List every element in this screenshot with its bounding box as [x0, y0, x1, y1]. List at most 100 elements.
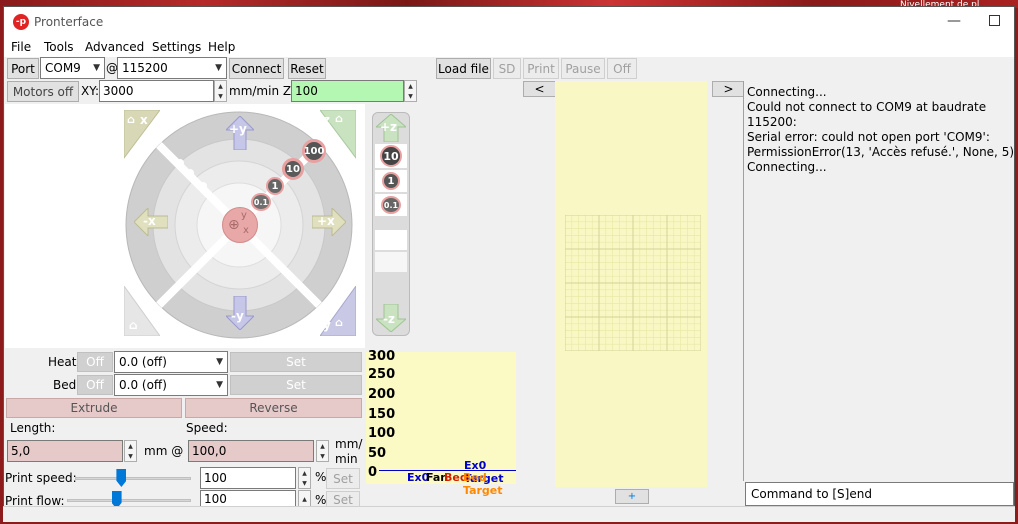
app-logo-icon: -p: [13, 14, 29, 30]
length-spinner[interactable]: ▲ ▼: [124, 440, 137, 462]
speed-input[interactable]: 100,0: [188, 440, 314, 462]
prev-layer-button[interactable]: <: [523, 81, 556, 97]
print-button[interactable]: Print: [523, 58, 559, 79]
spin-down-icon: ▼: [218, 92, 223, 100]
reverse-button[interactable]: Reverse: [185, 398, 362, 418]
speed-label: Speed:: [186, 421, 228, 435]
z-feedrate-spinner[interactable]: ▲ ▼: [404, 80, 417, 102]
title-bar: -p Pronterface —: [4, 7, 1014, 37]
z-step-01-button[interactable]: 0.1: [381, 196, 401, 214]
heat-temp-value: 0.0 (off): [119, 355, 167, 369]
z-step-10-button[interactable]: 10: [380, 145, 402, 167]
spin-down-icon: ▼: [408, 92, 413, 100]
xy-feedrate-input[interactable]: 3000: [99, 80, 214, 102]
maximize-icon[interactable]: [989, 15, 1000, 26]
load-file-button[interactable]: Load file: [436, 58, 491, 79]
reset-button[interactable]: Reset: [288, 58, 326, 79]
minus-y-label: -y: [231, 309, 244, 323]
console-log: Connecting... Could not connect to COM9 …: [743, 81, 1014, 481]
port-button[interactable]: Port: [7, 58, 39, 79]
port-select[interactable]: COM9 ▼: [40, 57, 105, 79]
speed-unit-line1: mm/: [335, 437, 363, 451]
menu-bar: File Tools Advanced Settings Help: [4, 37, 1014, 57]
z-step-1-button[interactable]: 1: [382, 172, 400, 190]
minimize-icon[interactable]: —: [944, 11, 964, 31]
spin-up-icon: ▲: [302, 469, 307, 477]
window-title: Pronterface: [34, 15, 104, 29]
menu-advanced[interactable]: Advanced: [85, 40, 144, 54]
minus-z-label: -z: [383, 312, 395, 326]
baud-select-value: 115200: [122, 61, 168, 75]
length-unit: mm @: [144, 444, 184, 458]
graph-tick-200: 200: [368, 387, 396, 402]
step-01-button[interactable]: 0.1: [251, 193, 271, 211]
menu-tools[interactable]: Tools: [44, 40, 74, 54]
pause-button[interactable]: Pause: [561, 58, 605, 79]
baud-select[interactable]: 115200 ▼: [117, 57, 227, 79]
xy-feedrate-spinner[interactable]: ▲ ▼: [214, 80, 227, 102]
length-input[interactable]: 5,0: [7, 440, 123, 462]
home-icon: ⌂: [129, 318, 138, 332]
chevron-down-icon: ▼: [216, 380, 223, 390]
home-icon: ⌂: [127, 113, 135, 126]
print-speed-label: Print speed:: [5, 471, 77, 485]
plus-z-label: +z: [380, 120, 398, 134]
z-step-down-slot[interactable]: [375, 230, 407, 250]
print-speed-spinner[interactable]: ▲ ▼: [298, 467, 311, 489]
speed-unit-line2: min: [335, 452, 358, 466]
graph-tick-50: 50: [368, 446, 387, 461]
spin-up-icon: ▲: [218, 82, 223, 90]
speed-spinner[interactable]: ▲ ▼: [316, 440, 329, 462]
bed-set-button[interactable]: Set: [230, 375, 362, 395]
log-line: Serial error: could not open port 'COM9'…: [747, 130, 990, 144]
off-button[interactable]: Off: [607, 58, 637, 79]
heat-off-button[interactable]: Off: [77, 352, 113, 372]
log-line: Connecting...: [747, 85, 827, 99]
heat-set-button[interactable]: Set: [230, 352, 362, 372]
command-input[interactable]: Command to [S]end: [745, 482, 1014, 506]
center-x-label: x: [243, 225, 249, 236]
log-line: Connecting...: [747, 160, 827, 174]
chevron-down-icon: ▼: [216, 357, 223, 367]
center-y-label: y: [241, 210, 247, 221]
plus-x-label: +x: [317, 214, 335, 228]
print-speed-set-button[interactable]: Set: [326, 468, 360, 489]
temperature-graph: 300 250 200 150 100 50 0 Ex0 Target Ex0 …: [366, 349, 516, 497]
menu-settings[interactable]: Settings: [152, 40, 201, 54]
print-speed-pct: %: [315, 470, 327, 484]
graph-tick-250: 250: [368, 367, 396, 382]
print-speed-slider[interactable]: [75, 477, 191, 480]
menu-file[interactable]: File: [11, 40, 31, 54]
print-flow-pct: %: [315, 493, 327, 507]
bed-off-button[interactable]: Off: [77, 375, 113, 395]
graph-tick-100: 100: [368, 426, 396, 441]
plus-y-label: +y: [229, 122, 247, 136]
graph-tick-300: 300: [368, 349, 396, 364]
extrude-button[interactable]: Extrude: [6, 398, 182, 418]
zoom-in-button[interactable]: +: [615, 489, 649, 504]
status-bar: [3, 506, 1015, 522]
z-step-down-slot[interactable]: [375, 252, 407, 272]
motors-off-button[interactable]: Motors off: [7, 81, 79, 102]
minus-x-label: -x: [143, 214, 156, 228]
log-line: PermissionError(13, 'Accès refusé.', Non…: [747, 145, 1015, 159]
home-x-label: x: [140, 113, 148, 127]
step-100-button[interactable]: 100: [302, 139, 326, 163]
heat-label: Heat:: [48, 355, 81, 369]
heat-temp-select[interactable]: 0.0 (off) ▼: [114, 351, 228, 373]
port-select-value: COM9: [45, 61, 81, 75]
print-speed-input[interactable]: 100: [200, 467, 296, 489]
z-feedrate-label: mm/min Z:: [229, 84, 296, 98]
sd-button[interactable]: SD: [493, 58, 521, 79]
print-flow-slider[interactable]: [67, 499, 191, 502]
step-1-button[interactable]: 1: [266, 177, 284, 195]
connect-button[interactable]: Connect: [229, 58, 284, 79]
spin-up-icon: ▲: [320, 442, 325, 450]
xy-label: XY:: [81, 84, 99, 98]
menu-help[interactable]: Help: [208, 40, 235, 54]
step-10-button[interactable]: 10: [282, 158, 304, 180]
next-layer-button[interactable]: >: [712, 81, 745, 97]
z-feedrate-input[interactable]: 100: [291, 80, 404, 102]
home-y-label: y: [323, 318, 331, 332]
bed-temp-select[interactable]: 0.0 (off) ▼: [114, 374, 228, 396]
